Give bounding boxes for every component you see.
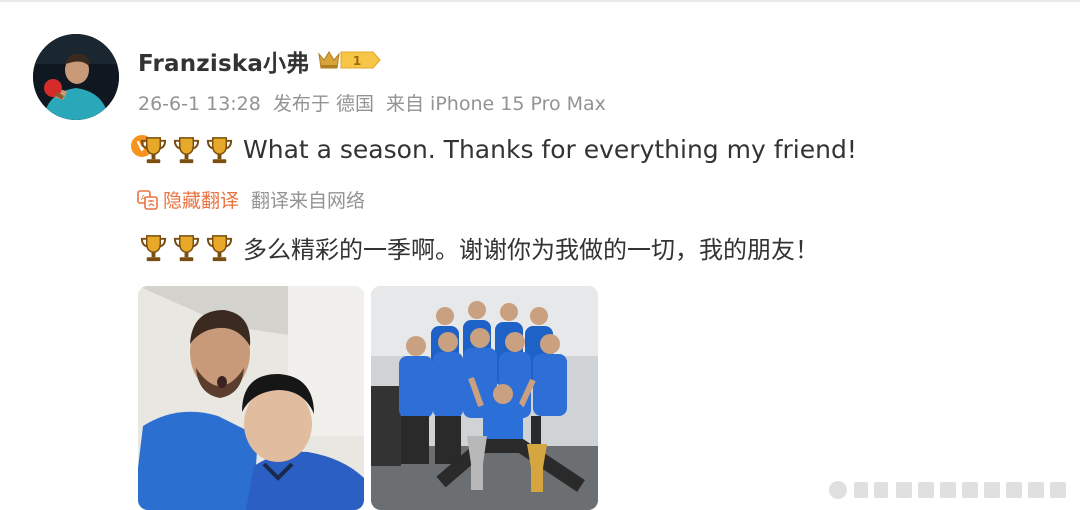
post-text: What a season. Thanks for everything my … [243, 135, 857, 164]
trophy-icon [140, 137, 167, 164]
hide-translation-button[interactable]: 隐藏翻译 [163, 186, 239, 213]
trophy-icon [173, 235, 200, 262]
top-divider [0, 0, 1080, 2]
post-location: 发布于 德国 [272, 93, 374, 115]
post-device: 来自 iPhone 15 Pro Max [386, 93, 606, 115]
translation-source-label: 翻译来自网络 [251, 190, 366, 212]
post-meta: 26-6-1 13:28 发布于 德国 来自 iPhone 15 Pro Max [138, 89, 612, 116]
svg-text:A: A [141, 194, 146, 202]
trophy-group [138, 134, 235, 165]
trophy-icon [140, 235, 167, 262]
post-image-1[interactable] [138, 286, 364, 510]
watermark [826, 476, 1071, 504]
vip-level-text: 1 [353, 54, 361, 68]
username[interactable]: Franziska小弗 [138, 44, 309, 78]
translated-text-row: 多么精彩的一季啊。谢谢你为我做的一切，我的朋友！ [138, 230, 819, 265]
trophy-icon [206, 235, 233, 262]
translated-text: 多么精彩的一季啊。谢谢你为我做的一切，我的朋友！ [243, 236, 819, 264]
post-image-2[interactable] [371, 286, 598, 510]
avatar-image[interactable] [33, 34, 119, 120]
trophy-icon [206, 137, 233, 164]
post-date[interactable]: 26-6-1 13:28 [138, 93, 261, 115]
trophy-group [138, 232, 235, 263]
post-text-row: What a season. Thanks for everything my … [138, 134, 857, 165]
translate-row: A 隐藏翻译 翻译来自网络 [137, 186, 365, 213]
translate-icon: A [137, 189, 158, 210]
trophy-icon [173, 137, 200, 164]
avatar[interactable] [33, 34, 155, 159]
vip-crown-icon[interactable]: 1 [317, 48, 381, 72]
